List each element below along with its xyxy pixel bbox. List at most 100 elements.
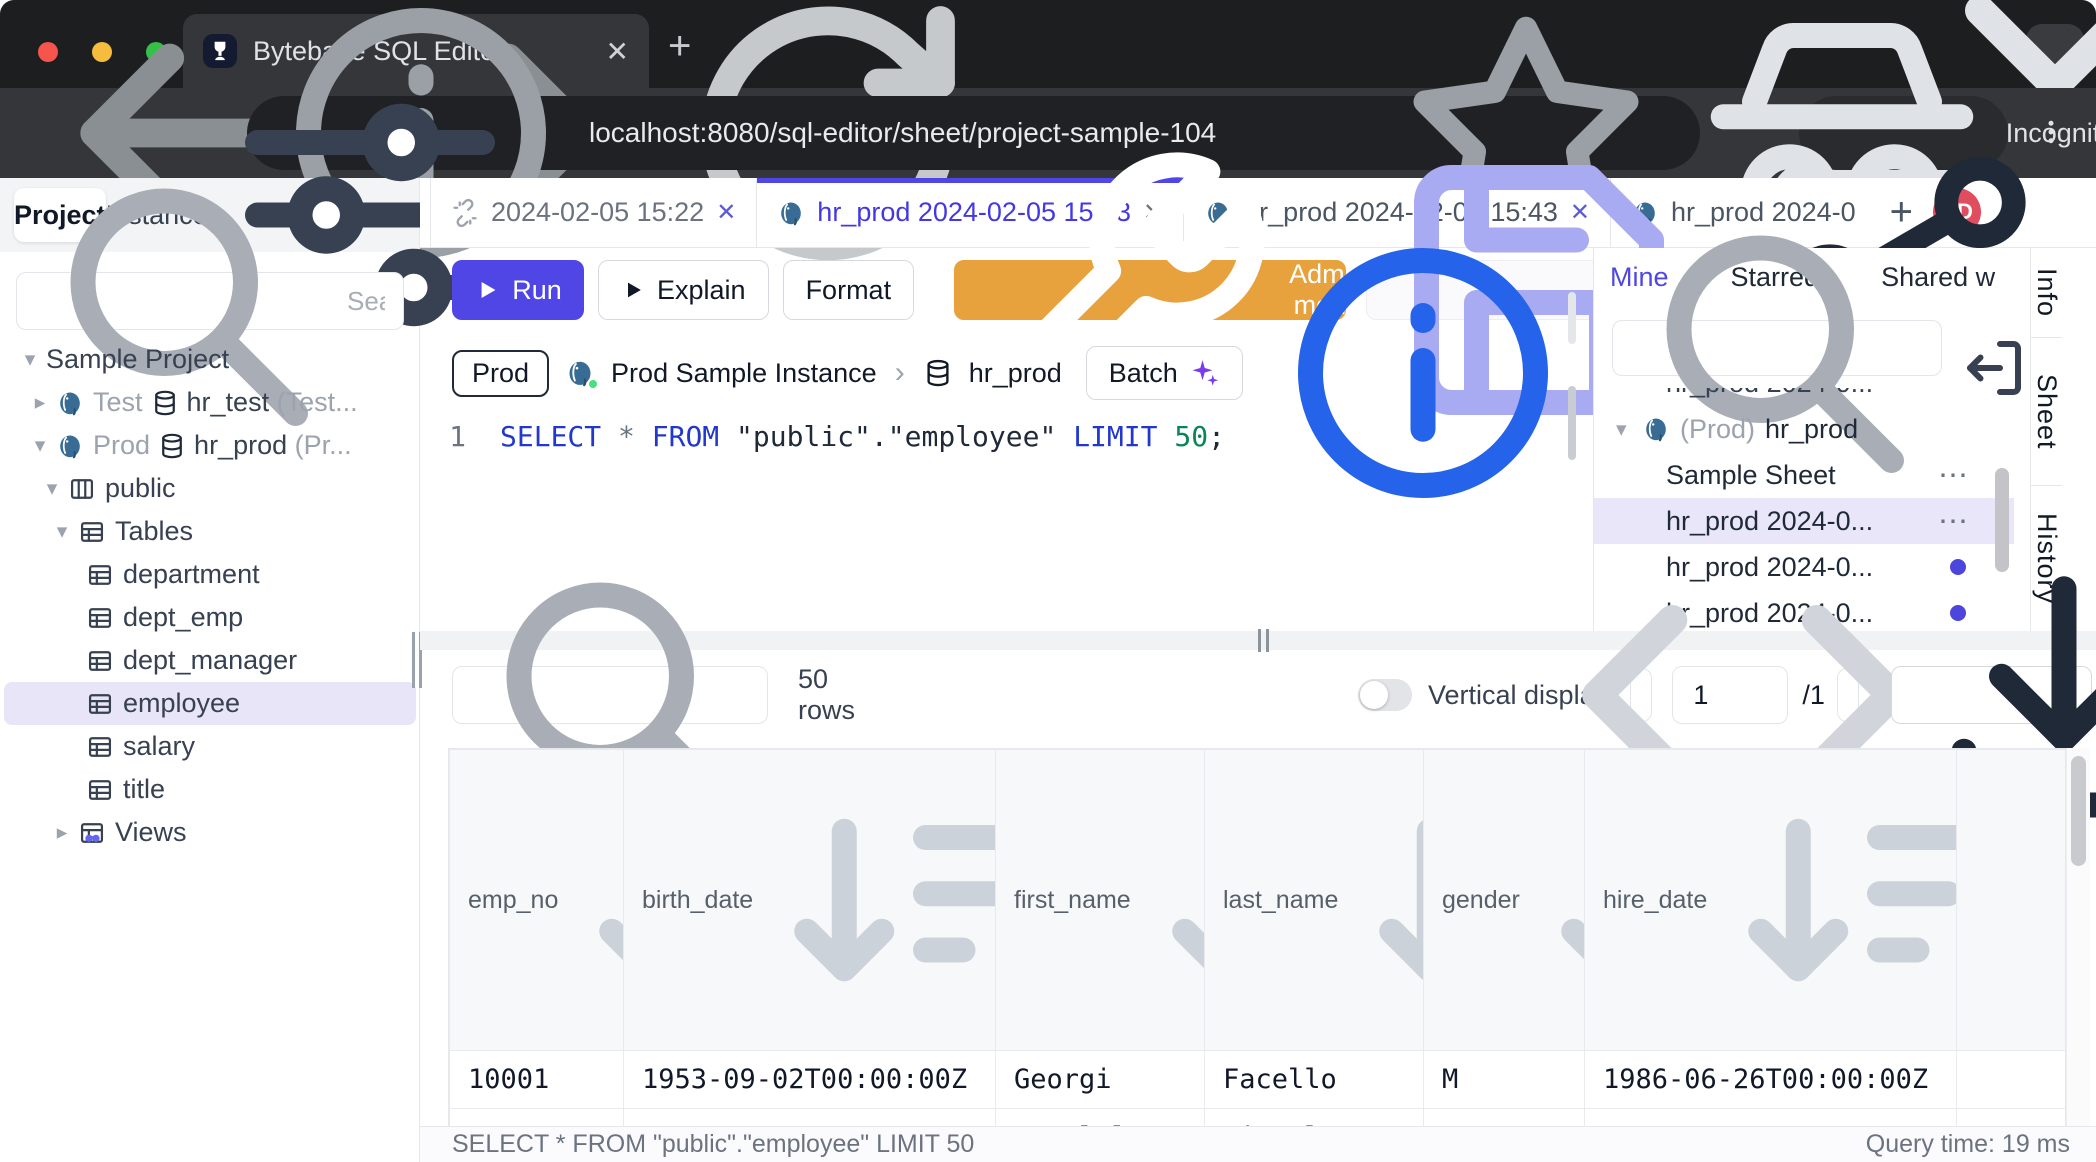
sort-icon[interactable]: [1348, 750, 1423, 1050]
tree-expand-icon[interactable]: ▸: [50, 820, 74, 845]
search-sheets-input[interactable]: [1941, 332, 1945, 365]
database-icon: [923, 358, 953, 388]
column-header[interactable]: emp_no: [450, 750, 624, 1051]
tree-item[interactable]: ▾ Prod hr_prod (Pr...: [4, 424, 416, 467]
views-icon: [78, 819, 106, 847]
worksheet-tab[interactable]: 2024-02-05 15:22 ✕: [430, 178, 757, 247]
sort-icon[interactable]: [568, 750, 623, 1050]
sort-icon[interactable]: [763, 750, 995, 1050]
search-results-box[interactable]: [452, 666, 768, 724]
tree-item[interactable]: dept_manager: [4, 639, 416, 682]
format-button[interactable]: Format: [783, 260, 915, 320]
vertical-display-toggle[interactable]: [1358, 679, 1412, 711]
search-databases-input[interactable]: [345, 285, 387, 318]
export-button[interactable]: Export: [1891, 666, 2092, 724]
sheet-name: Sample Sheet: [1666, 460, 1938, 491]
tree-item[interactable]: ▾ Sample Project: [4, 338, 416, 381]
tree-item[interactable]: ▾ Tables: [4, 510, 416, 553]
table-cell[interactable]: 10002: [450, 1109, 624, 1127]
table-cell[interactable]: 1985-11-21T00:00:00Z: [1585, 1109, 1957, 1127]
table-scrollbar[interactable]: [2066, 748, 2090, 1126]
postgres-icon: [56, 432, 84, 460]
tree-item-label: Sample Project: [46, 344, 229, 375]
sheet-item-partial[interactable]: hr_prod 2024-0...: [1594, 388, 2014, 406]
table-cell[interactable]: 10001: [450, 1051, 624, 1109]
column-header[interactable]: last_name: [1205, 750, 1424, 1051]
environment-chip: Prod: [452, 350, 549, 397]
table-cell[interactable]: M: [1424, 1051, 1585, 1109]
tree-expand-icon[interactable]: ▾: [50, 519, 74, 544]
search-results-input[interactable]: [781, 679, 785, 712]
sql-editor[interactable]: 1 SELECT * FROM "public"."employee" LIMI…: [430, 420, 1590, 453]
sql-token: "public"."employee": [736, 420, 1056, 453]
tree-item[interactable]: ▸ Test hr_test (Test...: [4, 381, 416, 424]
table-cell[interactable]: F: [1424, 1109, 1585, 1127]
tree-item[interactable]: ▸ Views: [4, 811, 416, 854]
table-cell[interactable]: 1986-06-26T00:00:00Z: [1585, 1051, 1957, 1109]
sheet-item[interactable]: ▾ (Prod) hr_prod: [1594, 406, 2014, 452]
results-toolbar: 50 rows Vertical display /1 Export: [452, 650, 2092, 740]
column-header-label: last_name: [1223, 886, 1338, 915]
editor-scrollbar[interactable]: [1568, 292, 1576, 344]
info-circle-icon[interactable]: [1273, 223, 1573, 523]
column-header[interactable]: birth_date: [624, 750, 996, 1051]
explain-button[interactable]: Explain: [598, 260, 769, 320]
tab-info[interactable]: Info: [2031, 248, 2062, 338]
table-cell[interactable]: Bezalel: [996, 1109, 1205, 1127]
more-menu-icon[interactable]: ⋯: [1938, 458, 1970, 493]
tree-item[interactable]: salary: [4, 725, 416, 768]
table-cell[interactable]: Facello: [1205, 1051, 1424, 1109]
table-cell[interactable]: 1953-09-02T00:00:00Z: [624, 1051, 996, 1109]
tree-item[interactable]: title: [4, 768, 416, 811]
search-databases-box[interactable]: [16, 272, 404, 330]
tree-item[interactable]: ▾ public: [4, 467, 416, 510]
sql-code-line: SELECT * FROM "public"."employee" LIMIT …: [500, 420, 1225, 453]
sheet-item[interactable]: hr_prod 2024-0... ⋯: [1594, 498, 2014, 544]
table-cell[interactable]: Georgi: [996, 1051, 1205, 1109]
sort-icon[interactable]: [1141, 750, 1205, 1050]
sql-token: SELECT: [500, 420, 601, 453]
instance-name[interactable]: Prod Sample Instance: [611, 358, 877, 389]
editor-scrollbar-thumb[interactable]: [1568, 386, 1576, 460]
status-bar: SELECT * FROM "public"."employee" LIMIT …: [420, 1126, 2096, 1162]
column-header[interactable]: first_name: [996, 750, 1205, 1051]
line-number: 1: [430, 420, 500, 453]
database-icon: [158, 432, 186, 460]
tree-item[interactable]: employee: [4, 682, 416, 725]
column-header-label: emp_no: [468, 886, 558, 915]
batch-button[interactable]: Batch: [1086, 346, 1243, 400]
tree-item[interactable]: dept_emp: [4, 596, 416, 639]
sql-token: [1157, 420, 1174, 453]
database-icon: [151, 389, 179, 417]
database-name[interactable]: hr_prod: [969, 358, 1062, 389]
sql-token: *: [618, 420, 635, 453]
table-cell[interactable]: 1964-06-02T00:00:00Z: [624, 1109, 996, 1127]
tab-search-button[interactable]: [2026, 24, 2084, 72]
tree-expand-icon[interactable]: ▾: [28, 433, 52, 458]
tree-expand-icon[interactable]: ▾: [18, 347, 42, 372]
table-cell-empty: [1957, 1109, 2067, 1127]
tree-expand-icon[interactable]: ▸: [28, 390, 52, 415]
divider-grip[interactable]: [1258, 629, 1269, 652]
table-cell[interactable]: Simmel: [1205, 1109, 1424, 1127]
sort-icon[interactable]: [1717, 750, 1956, 1050]
tree-expand-icon[interactable]: ▾: [40, 476, 64, 501]
column-header[interactable]: hire_date: [1585, 750, 1957, 1051]
tree-item[interactable]: department: [4, 553, 416, 596]
sort-icon[interactable]: [1530, 750, 1585, 1050]
more-menu-icon[interactable]: ⋯: [1938, 504, 1970, 539]
next-page-button[interactable]: [1837, 668, 1859, 722]
table-scrollbar-thumb[interactable]: [2071, 756, 2086, 866]
tree-expand-icon[interactable]: ▾: [1616, 417, 1642, 442]
table-row[interactable]: 100011953-09-02T00:00:00ZGeorgiFacelloM1…: [450, 1051, 2067, 1109]
tree-item-label: salary: [123, 731, 195, 762]
search-sheets-box[interactable]: [1612, 320, 1942, 376]
sheet-name: hr_prod: [1765, 414, 2014, 445]
column-header[interactable]: gender: [1424, 750, 1585, 1051]
run-button[interactable]: Run: [452, 260, 584, 320]
close-tab-icon[interactable]: ✕: [716, 198, 736, 227]
tab-sheet[interactable]: Sheet: [2031, 338, 2062, 486]
table-row[interactable]: 100021964-06-02T00:00:00ZBezalelSimmelF1…: [450, 1109, 2067, 1127]
prev-page-button[interactable]: [1630, 668, 1652, 722]
sheet-item[interactable]: Sample Sheet ⋯: [1594, 452, 2014, 498]
